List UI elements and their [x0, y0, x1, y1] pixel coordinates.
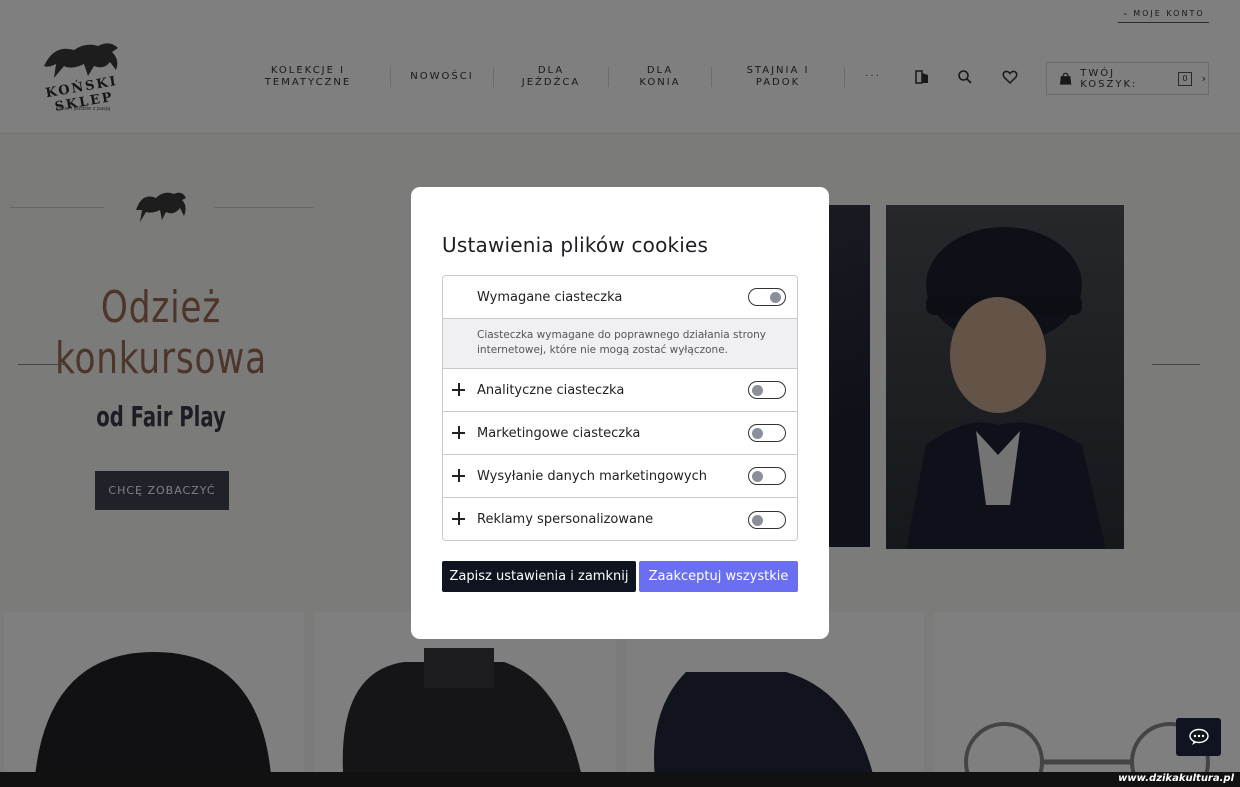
toggle-personalized-ads[interactable]	[748, 510, 786, 529]
toggle-marketing-data[interactable]	[748, 467, 786, 485]
toggle-knob	[752, 385, 763, 396]
cookie-category-marketing[interactable]: Marketingowe ciasteczka	[443, 412, 797, 455]
modal-title: Ustawienia plików cookies	[442, 233, 709, 257]
cookie-category-required[interactable]: Wymagane ciasteczka	[443, 276, 797, 319]
toggle-knob	[752, 471, 763, 482]
chat-icon	[1188, 728, 1209, 745]
toggle-analytics-cookies[interactable]	[748, 381, 786, 399]
watermark-text: www.dzikakultura.pl	[1118, 773, 1234, 784]
toggle-knob	[752, 514, 763, 526]
plus-icon[interactable]	[452, 469, 466, 483]
accept-all-button[interactable]: Zaakceptuj wszystkie	[639, 561, 798, 592]
cookie-category-analytics[interactable]: Analityczne ciasteczka	[443, 369, 797, 412]
cookie-category-label: Wymagane ciasteczka	[477, 289, 623, 305]
toggle-marketing-cookies[interactable]	[748, 424, 786, 442]
cookie-category-label: Reklamy spersonalizowane	[477, 512, 654, 527]
cookie-category-marketing-data[interactable]: Wysyłanie danych marketingowych	[443, 455, 797, 498]
cookie-category-personalized-ads[interactable]: Reklamy spersonalizowane	[443, 498, 797, 540]
cookie-category-label: Analityczne ciasteczka	[477, 382, 625, 398]
cookie-settings-modal: Ustawienia plików cookies Wymagane ciast…	[411, 187, 829, 639]
toggle-knob	[752, 428, 763, 439]
chat-widget-button[interactable]	[1176, 718, 1221, 756]
toggle-required-cookies[interactable]	[748, 288, 786, 306]
plus-icon[interactable]	[452, 383, 466, 397]
plus-icon[interactable]	[452, 512, 466, 526]
cookie-category-label: Marketingowe ciasteczka	[477, 425, 641, 441]
cookie-category-list: Wymagane ciasteczka Ciasteczka wymagane …	[442, 275, 798, 541]
cookie-category-description: Ciasteczka wymagane do poprawnego działa…	[443, 319, 797, 369]
cookie-category-label: Wysyłanie danych marketingowych	[477, 468, 708, 484]
toggle-knob	[770, 292, 781, 303]
save-settings-button[interactable]: Zapisz ustawienia i zamknij	[442, 561, 636, 592]
footer-strip	[0, 772, 1240, 787]
plus-icon[interactable]	[452, 426, 466, 440]
